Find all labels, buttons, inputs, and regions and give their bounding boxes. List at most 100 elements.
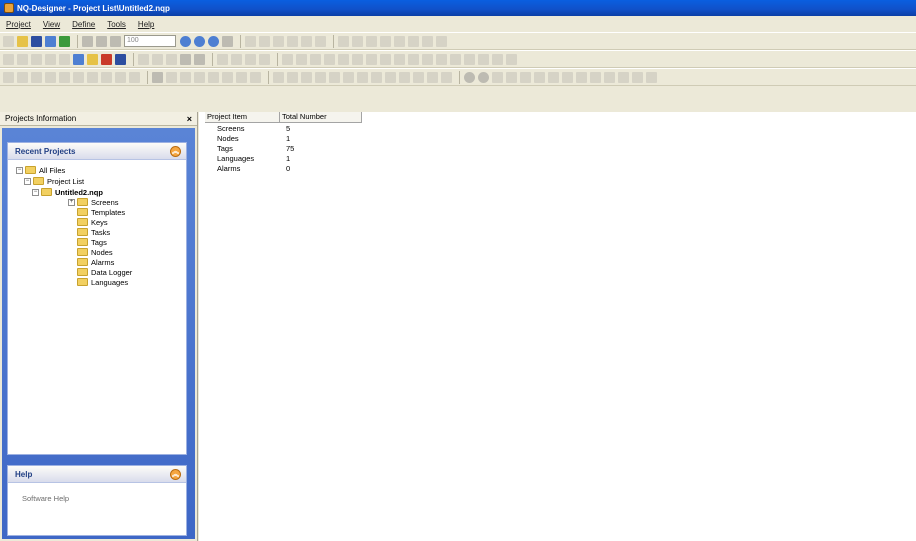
align-left-icon[interactable] — [282, 53, 293, 65]
indicator-icon[interactable] — [478, 71, 489, 83]
screen-icon[interactable] — [17, 53, 28, 65]
chart-icon[interactable] — [604, 71, 615, 83]
grid-icon[interactable] — [380, 35, 391, 47]
grid-icon[interactable] — [422, 35, 433, 47]
align-icon[interactable] — [138, 53, 149, 65]
numeric-icon[interactable] — [343, 71, 354, 83]
chart-icon[interactable] — [618, 71, 629, 83]
last-icon[interactable] — [259, 53, 270, 65]
tree-node-tasks[interactable]: Tasks — [77, 227, 110, 237]
expand-toggle-icon[interactable]: + — [68, 198, 75, 206]
help-header[interactable]: Help ︽ — [8, 466, 186, 483]
info-icon[interactable] — [180, 35, 191, 47]
screen-icon[interactable] — [59, 53, 70, 65]
arrow-left-icon[interactable] — [301, 35, 312, 47]
trend-icon[interactable] — [208, 71, 219, 83]
button-tool-icon[interactable] — [152, 71, 163, 83]
text-icon[interactable] — [436, 35, 447, 47]
user-icon[interactable] — [87, 53, 98, 65]
save-icon[interactable] — [31, 35, 42, 47]
group-icon[interactable] — [180, 53, 191, 65]
table-row[interactable]: Screens 5 — [207, 124, 362, 134]
table-row[interactable]: Alarms 0 — [207, 164, 362, 174]
prev-icon[interactable] — [217, 53, 228, 65]
chart-icon[interactable] — [646, 71, 657, 83]
order-icon[interactable] — [436, 53, 447, 65]
align-right-icon[interactable] — [310, 53, 321, 65]
numeric-icon[interactable] — [413, 71, 424, 83]
tree-node-screens[interactable]: + Screens — [68, 197, 119, 207]
trend-icon[interactable] — [250, 71, 261, 83]
image-icon[interactable] — [87, 71, 98, 83]
edit-icon[interactable] — [82, 35, 93, 47]
table-row[interactable]: Nodes 1 — [207, 134, 362, 144]
align-center-icon[interactable] — [296, 53, 307, 65]
pointer-icon[interactable] — [3, 71, 14, 83]
open-folder-icon[interactable] — [17, 35, 28, 47]
tree-node-all-files[interactable]: − All Files — [16, 165, 65, 175]
tree-node-languages[interactable]: Languages — [77, 277, 128, 287]
frame-icon[interactable] — [115, 71, 126, 83]
column-header-total-number[interactable]: Total Number — [280, 112, 362, 122]
table-row[interactable]: Languages 1 — [207, 154, 362, 164]
recent-projects-header[interactable]: Recent Projects ︽ — [8, 143, 186, 160]
tree-node-alarms[interactable]: Alarms — [77, 257, 114, 267]
table-row[interactable]: Tags 75 — [207, 144, 362, 154]
align-top-icon[interactable] — [324, 53, 335, 65]
chart-icon[interactable] — [590, 71, 601, 83]
menu-tools[interactable]: Tools — [107, 20, 126, 29]
menu-view[interactable]: View — [43, 20, 60, 29]
indicator-icon[interactable] — [464, 71, 475, 83]
screen-icon[interactable] — [45, 53, 56, 65]
paste-icon[interactable] — [273, 35, 284, 47]
bar-icon[interactable] — [180, 71, 191, 83]
screen-icon[interactable] — [31, 53, 42, 65]
numeric-icon[interactable] — [357, 71, 368, 83]
numeric-icon[interactable] — [287, 71, 298, 83]
distribute-icon[interactable] — [366, 53, 377, 65]
next-icon[interactable] — [231, 53, 242, 65]
grid-icon[interactable] — [394, 35, 405, 47]
ellipse-icon[interactable] — [45, 71, 56, 83]
copy-icon[interactable] — [259, 35, 270, 47]
numeric-icon[interactable] — [385, 71, 396, 83]
menu-project[interactable]: Project — [6, 20, 31, 29]
text-tool-icon[interactable] — [73, 71, 84, 83]
alarm-icon[interactable] — [101, 53, 112, 65]
arrow-right-icon[interactable] — [315, 35, 326, 47]
tools-icon[interactable] — [222, 35, 233, 47]
same-size-icon[interactable] — [408, 53, 419, 65]
align-middle-icon[interactable] — [338, 53, 349, 65]
tree-node-project-list[interactable]: − Project List — [24, 176, 84, 186]
screen-icon[interactable] — [3, 53, 14, 65]
same-size-icon[interactable] — [394, 53, 405, 65]
meter-icon[interactable] — [194, 71, 205, 83]
zoom-out-icon[interactable] — [110, 35, 121, 47]
numeric-icon[interactable] — [399, 71, 410, 83]
tree-node-nodes[interactable]: Nodes — [77, 247, 113, 257]
order-icon[interactable] — [464, 53, 475, 65]
undo-icon[interactable] — [338, 35, 349, 47]
redo-icon[interactable] — [352, 35, 363, 47]
numeric-icon[interactable] — [427, 71, 438, 83]
delete-icon[interactable] — [287, 35, 298, 47]
numeric-icon[interactable] — [301, 71, 312, 83]
frame-icon[interactable] — [129, 71, 140, 83]
column-header-project-item[interactable]: Project Item — [205, 112, 280, 122]
menu-define[interactable]: Define — [72, 20, 95, 29]
collapse-toggle-icon[interactable]: − — [24, 177, 31, 185]
chart-icon[interactable] — [562, 71, 573, 83]
zoom-in-icon[interactable] — [96, 35, 107, 47]
tag-icon[interactable] — [73, 53, 84, 65]
tree-node-keys[interactable]: Keys — [77, 217, 108, 227]
collapse-toggle-icon[interactable]: − — [16, 166, 23, 174]
order-icon[interactable] — [450, 53, 461, 65]
menu-help[interactable]: Help — [138, 20, 154, 29]
line-icon[interactable] — [17, 71, 28, 83]
collapse-toggle-icon[interactable]: − — [32, 188, 39, 196]
collapse-chevron-icon[interactable]: ︽ — [170, 145, 181, 157]
zoom-combo[interactable]: 100 — [124, 35, 176, 47]
trend-icon[interactable] — [236, 71, 247, 83]
distribute-icon[interactable] — [380, 53, 391, 65]
ungroup-icon[interactable] — [194, 53, 205, 65]
